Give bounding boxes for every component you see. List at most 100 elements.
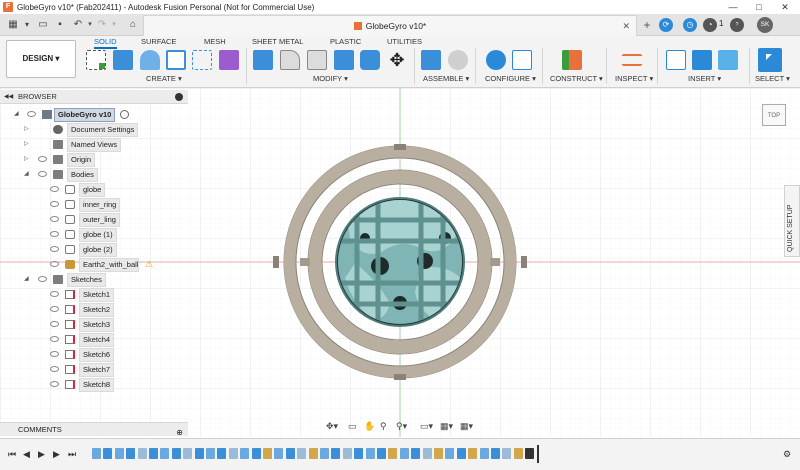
tab-utilities[interactable]: UTILITIES (387, 37, 422, 46)
redo-dropdown-icon[interactable]: ▾ (110, 17, 118, 33)
timeline-feature[interactable] (479, 448, 489, 459)
select-icon[interactable] (758, 48, 782, 72)
timeline-feature[interactable] (445, 448, 455, 459)
timeline-feature[interactable] (308, 448, 318, 459)
go-to-start-icon[interactable]: ⏮ (8, 449, 16, 460)
eye-icon[interactable] (50, 381, 59, 387)
timeline-feature[interactable] (411, 448, 421, 459)
timeline-feature[interactable] (365, 448, 375, 459)
eye-icon[interactable] (27, 111, 36, 117)
timeline-settings-icon[interactable]: ⚙ (783, 449, 791, 460)
expand-toggle-icon[interactable]: ▷ (24, 122, 29, 137)
timeline-feature[interactable] (103, 448, 113, 459)
timeline-feature[interactable] (468, 448, 478, 459)
job-status-icon[interactable]: ◷ (683, 18, 697, 32)
viewports-icon[interactable]: ▦▾ (460, 421, 473, 432)
tree-item[interactable]: Sketch8 (40, 377, 190, 392)
eye-icon[interactable] (50, 261, 59, 267)
insert-derive-icon[interactable] (666, 50, 686, 70)
tree-root[interactable]: ◢ GlobeGyro v10 (14, 107, 164, 122)
expand-toggle-icon[interactable]: ▷ (24, 152, 29, 167)
eye-icon[interactable] (50, 201, 59, 207)
timeline-feature[interactable] (251, 448, 261, 459)
pan-icon[interactable]: ✋ (364, 421, 375, 432)
eye-icon[interactable] (38, 171, 47, 177)
pattern-icon[interactable] (192, 50, 212, 70)
timeline-feature[interactable] (92, 448, 101, 459)
group-configure[interactable]: CONFIGURE ▾ (485, 74, 536, 83)
grid-dropdown-icon[interactable]: ▾ (22, 17, 32, 33)
viewcube[interactable]: TOP (762, 104, 786, 126)
timeline-feature[interactable] (194, 448, 204, 459)
timeline-feature[interactable] (206, 448, 215, 459)
go-to-end-icon[interactable]: ⏭ (68, 449, 76, 460)
zoom-icon[interactable]: ⚲ (380, 421, 387, 432)
eye-icon[interactable] (50, 306, 59, 312)
comments-panel[interactable]: COMMENTS ⊕ (0, 422, 188, 437)
tab-solid[interactable]: SOLID (94, 37, 117, 49)
eye-icon[interactable] (50, 246, 59, 252)
step-back-icon[interactable]: ◀ (23, 449, 30, 460)
extensions-icon[interactable]: ⟳ (659, 18, 673, 32)
tree-item[interactable]: Earth2_with_ball_f ⚠ (40, 257, 190, 272)
redo-icon[interactable]: ↷ (96, 17, 108, 33)
revolve-icon[interactable] (140, 50, 160, 70)
timeline-feature[interactable] (513, 448, 523, 459)
expand-toggle-icon[interactable]: ◢ (24, 272, 29, 287)
create-sketch-icon[interactable] (86, 50, 106, 70)
warning-icon[interactable]: ⚠ (145, 257, 153, 272)
timeline-feature[interactable] (502, 448, 512, 459)
tree-item[interactable]: globe (40, 182, 190, 197)
eye-icon[interactable] (50, 351, 59, 357)
file-icon[interactable]: ▭ (36, 17, 50, 33)
insert-canvas-icon[interactable] (718, 50, 738, 70)
fillet-icon[interactable] (280, 50, 300, 70)
eye-icon[interactable] (38, 156, 47, 162)
minimize-button[interactable]: — (720, 0, 746, 14)
group-assemble[interactable]: ASSEMBLE ▾ (423, 74, 469, 83)
timeline-feature[interactable] (149, 448, 158, 459)
eye-icon[interactable] (50, 366, 59, 372)
tab-mesh[interactable]: MESH (204, 37, 226, 46)
timeline-feature[interactable] (422, 448, 432, 459)
timeline-feature[interactable] (263, 448, 272, 459)
combine-icon[interactable] (334, 50, 354, 70)
timeline-feature[interactable] (114, 448, 124, 459)
timeline-feature[interactable] (217, 448, 227, 459)
timeline-feature[interactable] (240, 448, 250, 459)
eye-icon[interactable] (50, 231, 59, 237)
new-tab-button[interactable]: + (640, 17, 654, 33)
tab-plastic[interactable]: PLASTIC (330, 37, 361, 46)
tree-item[interactable]: ◢ Bodies (24, 167, 174, 182)
app-grid-icon[interactable]: ▦ (6, 17, 20, 33)
tree-item[interactable]: inner_ring (40, 197, 190, 212)
timeline-feature[interactable] (331, 448, 341, 459)
chamfer-icon[interactable] (307, 50, 327, 70)
document-tab-close[interactable]: ✕ (622, 16, 630, 36)
tree-item[interactable]: Sketch7 (40, 362, 190, 377)
tree-item[interactable]: Sketch1 (40, 287, 190, 302)
eye-icon[interactable] (38, 276, 47, 282)
timeline-feature[interactable] (137, 448, 147, 459)
group-modify[interactable]: MODIFY ▾ (313, 74, 348, 83)
tree-item[interactable]: ▷ Named Views (24, 137, 174, 152)
eye-icon[interactable] (50, 336, 59, 342)
timeline-feature[interactable] (491, 448, 500, 459)
move-icon[interactable]: ✥ (387, 50, 407, 70)
form-icon[interactable] (219, 50, 239, 70)
timeline-feature[interactable] (320, 448, 329, 459)
timeline-marker[interactable] (537, 445, 539, 463)
user-avatar[interactable]: SK (757, 17, 773, 33)
eye-icon[interactable] (50, 186, 59, 192)
undo-dropdown-icon[interactable]: ▾ (86, 17, 94, 33)
notifications-icon[interactable]: ◔ (703, 18, 717, 32)
home-icon[interactable]: ⌂ (126, 17, 140, 33)
play-icon[interactable]: ▶ (38, 449, 45, 460)
timeline-feature[interactable] (126, 448, 136, 459)
group-construct[interactable]: CONSTRUCT ▾ (550, 74, 603, 83)
step-forward-icon[interactable]: ▶ (53, 449, 60, 460)
timeline-feature[interactable] (434, 448, 443, 459)
press-pull-icon[interactable] (253, 50, 273, 70)
eye-icon[interactable] (50, 216, 59, 222)
eye-icon[interactable] (50, 291, 59, 297)
